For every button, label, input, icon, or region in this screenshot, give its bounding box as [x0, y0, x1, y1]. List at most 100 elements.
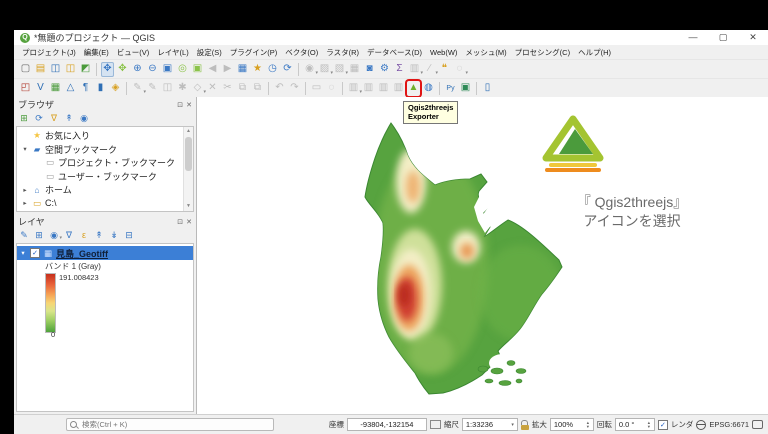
new-project-icon[interactable]: ▢	[19, 62, 32, 77]
save-layer-edits-icon[interactable]: ◫	[161, 81, 174, 96]
menu-item-0[interactable]: プロジェクト(J)	[18, 47, 80, 58]
add-raster-layer-icon[interactable]: ▦	[49, 81, 62, 96]
browser-item[interactable]: ▭ユーザー・ブックマーク	[17, 170, 193, 184]
layers-close-icon[interactable]: ✕	[186, 218, 192, 226]
menu-item-11[interactable]: プロセシング(C)	[511, 47, 574, 58]
scroll-down-icon[interactable]: ▼	[184, 202, 193, 211]
zoom-next-icon[interactable]: ▶	[221, 62, 234, 77]
raster-tool-3-icon[interactable]: ▥	[377, 81, 390, 96]
map-canvas[interactable]: 『 Qgis2threejs』 アイコンを選択	[197, 97, 768, 414]
add-postgis-layer-icon[interactable]: ▮	[94, 81, 107, 96]
menu-item-4[interactable]: 設定(S)	[193, 47, 226, 58]
add-feature-icon[interactable]: ✱	[176, 81, 189, 96]
menu-item-5[interactable]: プラグイン(P)	[226, 47, 282, 58]
menu-item-8[interactable]: データベース(D)	[363, 47, 426, 58]
magnifier-spin-icons[interactable]: ▲▼	[586, 421, 590, 428]
measure-icon[interactable]: ∕▾	[423, 62, 436, 77]
select-by-location-icon[interactable]: ▭	[310, 81, 323, 96]
select-features-icon[interactable]: ▨▾	[318, 62, 331, 77]
refresh-icon[interactable]: ⟳	[281, 62, 294, 77]
layer-expander-icon[interactable]: ▾	[19, 249, 27, 257]
manage-map-themes-icon-dropdown[interactable]: ▾	[59, 236, 62, 241]
expander-icon[interactable]: ▸	[21, 199, 29, 207]
browser-close-icon[interactable]: ✕	[186, 101, 192, 109]
paste-features-icon[interactable]: ⧉	[251, 81, 264, 96]
temporal-controller-icon[interactable]: ◷	[266, 62, 279, 77]
search-input[interactable]	[80, 419, 270, 430]
browser-item[interactable]: ★お気に入り	[17, 129, 193, 143]
pan-map-icon[interactable]: ✥	[101, 62, 114, 77]
search-tool-icon[interactable]: ◌▾	[453, 62, 466, 77]
move-label-icon[interactable]: ◌	[325, 81, 338, 96]
menu-item-9[interactable]: Web(W)	[426, 48, 461, 57]
coordinate-value[interactable]: -93804,-132154	[347, 418, 427, 431]
raster-tool-2-icon[interactable]: ▥	[362, 81, 375, 96]
browser-item[interactable]: ◆GeoPackage	[17, 210, 193, 212]
search-tool-icon-dropdown[interactable]: ▾	[465, 71, 468, 76]
vertex-tool-icon[interactable]: ◇▾	[191, 81, 204, 96]
scale-combo[interactable]: 1:33236 ▾	[462, 418, 518, 431]
processing-toolbox-icon[interactable]: ▥▾	[408, 62, 421, 77]
close-button[interactable]: ✕	[738, 32, 768, 43]
qgis2threejs-icon[interactable]: ▲Qgis2threejsExporter	[407, 81, 420, 96]
manage-map-themes-icon[interactable]: ◉▾	[48, 229, 60, 242]
cut-features-icon[interactable]: ✂	[221, 81, 234, 96]
zoom-in-icon[interactable]: ⊕	[131, 62, 144, 77]
browser-item[interactable]: ▸▭C:\	[17, 197, 193, 211]
copy-features-icon[interactable]: ⧉	[236, 81, 249, 96]
collapse-all-layers-icon[interactable]: ↡	[108, 229, 120, 242]
add-selected-layers-icon[interactable]: ⊞	[18, 112, 30, 125]
extent-icon[interactable]	[430, 420, 441, 429]
zoom-to-selection-icon[interactable]: ◎	[176, 62, 189, 77]
options-gear-icon[interactable]: ⚙	[378, 62, 391, 77]
rotation-spin-icons[interactable]: ▲▼	[647, 421, 651, 428]
collapse-all-icon[interactable]: ↟	[63, 112, 75, 125]
layer-visibility-checkbox[interactable]: ✓	[30, 248, 40, 258]
expand-all-icon[interactable]: ↟	[93, 229, 105, 242]
layer-styling-icon[interactable]: ◩	[79, 62, 92, 77]
field-calculator-icon[interactable]: ◙	[363, 62, 376, 77]
zoom-out-icon[interactable]: ⊖	[146, 62, 159, 77]
raster-tool-1-icon[interactable]: ▥▾	[347, 81, 360, 96]
zoom-to-layer-icon[interactable]: ▣	[191, 62, 204, 77]
rotation-spinbox[interactable]: 0.0 ° ▲▼	[615, 418, 655, 431]
add-wms-layer-icon[interactable]: ◈	[109, 81, 122, 96]
delete-selected-icon[interactable]: ✕	[206, 81, 219, 96]
render-checkbox[interactable]: ✓	[658, 420, 668, 430]
pan-to-selection-icon[interactable]: ✥	[116, 62, 129, 77]
map-tips-icon[interactable]: ❝	[438, 62, 451, 77]
add-delimited-text-icon[interactable]: ¶	[79, 81, 92, 96]
menu-item-3[interactable]: レイヤ(L)	[153, 47, 192, 58]
menu-item-7[interactable]: ラスタ(R)	[322, 47, 363, 58]
scroll-thumb[interactable]	[185, 137, 192, 171]
browser-scrollbar[interactable]: ▲ ▼	[183, 127, 193, 211]
browser-item[interactable]: ▾▰空間ブックマーク	[17, 143, 193, 157]
crs-label[interactable]: EPSG:6671	[709, 420, 749, 429]
maximize-button[interactable]: ▢	[708, 32, 738, 43]
layers-undock-icon[interactable]: ⊡	[177, 218, 183, 226]
menu-item-10[interactable]: メッシュ(M)	[461, 47, 510, 58]
processing-console-icon[interactable]: ▣	[459, 81, 472, 96]
open-layer-styling-icon[interactable]: ✎	[18, 229, 30, 242]
open-attribute-table-icon[interactable]: ▦	[348, 62, 361, 77]
toggle-editing-icon[interactable]: ✎	[146, 81, 159, 96]
messages-icon[interactable]	[752, 420, 763, 429]
add-mesh-layer-icon[interactable]: △	[64, 81, 77, 96]
deselect-features-icon[interactable]: ▧▾	[333, 62, 346, 77]
statistics-sigma-icon[interactable]: Σ	[393, 62, 406, 77]
open-project-icon[interactable]: ▤	[34, 62, 47, 77]
browser-item[interactable]: ▸⌂ホーム	[17, 183, 193, 197]
save-project-icon[interactable]: ◫	[49, 62, 62, 77]
help-contents-icon[interactable]: ▯	[481, 81, 494, 96]
browser-item[interactable]: ▭プロジェクト・ブックマーク	[17, 156, 193, 170]
bookmarks-icon[interactable]: ★	[251, 62, 264, 77]
menu-item-1[interactable]: 編集(E)	[80, 47, 113, 58]
zoom-last-icon[interactable]: ◀	[206, 62, 219, 77]
zoom-full-icon[interactable]: ▣	[161, 62, 174, 77]
menu-item-12[interactable]: ヘルプ(H)	[574, 47, 615, 58]
scale-lock-icon[interactable]	[521, 420, 529, 429]
scale-dropdown-icon[interactable]: ▾	[511, 422, 514, 428]
datasource-manager-icon[interactable]: ◰	[19, 81, 32, 96]
minimize-button[interactable]: —	[678, 32, 708, 43]
menu-item-6[interactable]: ベクタ(O)	[281, 47, 322, 58]
